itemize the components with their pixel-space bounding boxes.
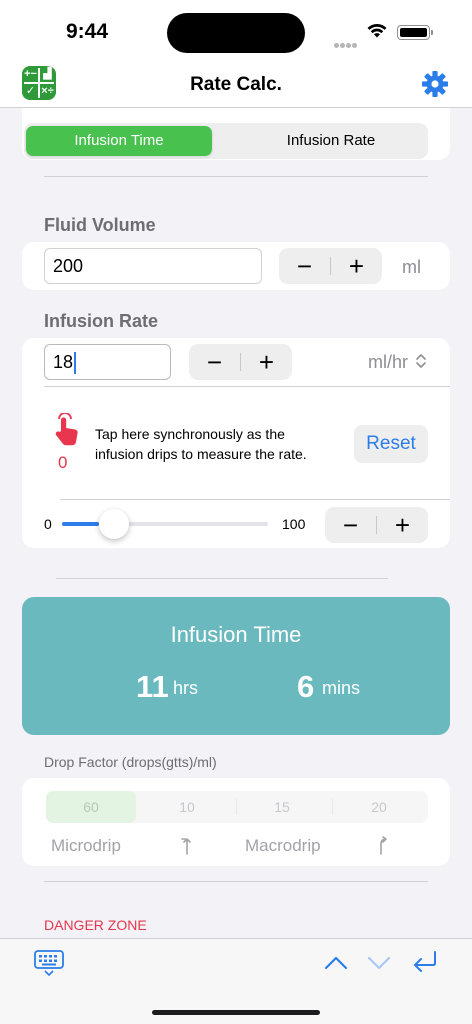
drop-factor-option-60[interactable]: 60: [46, 791, 136, 823]
divider: [60, 499, 450, 500]
status-bar: 9:44: [0, 0, 472, 62]
drop-factor-option-20[interactable]: 20: [334, 791, 424, 823]
fluid-volume-increment-button[interactable]: +: [331, 248, 382, 284]
wifi-icon: [367, 23, 387, 38]
result-card: Infusion Time 11 hrs 6 mins: [22, 597, 450, 735]
settings-gear-icon[interactable]: [421, 70, 449, 98]
drop-factor-segmented-control[interactable]: 60 10 15 20: [46, 791, 428, 823]
fluid-volume-input[interactable]: 200: [44, 248, 262, 284]
divider: [44, 386, 450, 387]
divider: [44, 176, 428, 177]
macrodrip-label: Macrodrip: [245, 836, 321, 855]
macrodrip-arrow-icon[interactable]: [375, 836, 391, 856]
fluid-volume-unit: ml: [402, 257, 421, 277]
navigation-bar: +− ▟ ✓ ×÷ Rate Calc.: [0, 62, 472, 108]
keyboard-dismiss-icon[interactable]: [33, 949, 65, 977]
tap-count: 0: [58, 453, 68, 472]
divider: [44, 881, 428, 882]
drop-factor-option-15[interactable]: 15: [237, 791, 327, 823]
fluid-volume-stepper[interactable]: − +: [279, 248, 382, 284]
microdrip-label: Microdrip: [51, 836, 121, 855]
result-minutes-unit: mins: [322, 678, 361, 698]
infusion-rate-value: 18: [53, 352, 74, 372]
fluid-volume-decrement-button[interactable]: −: [279, 248, 330, 284]
slider-max-label: 100: [282, 516, 306, 532]
infusion-rate-slider[interactable]: [62, 506, 268, 542]
battery-icon: [397, 25, 430, 40]
divider: [56, 578, 388, 579]
microdrip-arrow-icon[interactable]: [179, 836, 195, 856]
segment-infusion-rate[interactable]: Infusion Rate: [238, 126, 424, 156]
slider-thumb[interactable]: [99, 509, 130, 539]
slider-stepper[interactable]: − +: [325, 507, 428, 543]
result-hours-value: 11: [136, 669, 169, 704]
status-time: 9:44: [66, 20, 109, 43]
infusion-rate-decrement-button[interactable]: −: [189, 344, 240, 380]
slider-fill: [62, 522, 100, 526]
dynamic-island: [167, 13, 305, 53]
hand-tap-icon: [55, 413, 78, 446]
slider-increment-button[interactable]: +: [377, 507, 428, 543]
previous-field-chevron-up-icon[interactable]: [324, 955, 348, 971]
slider-min-label: 0: [44, 516, 52, 532]
result-title: Infusion Time: [170, 622, 302, 647]
fluid-volume-label: Fluid Volume: [44, 215, 156, 235]
infusion-rate-stepper[interactable]: − +: [189, 344, 292, 380]
rate-unit-label: ml/hr: [368, 352, 408, 372]
rate-unit-picker[interactable]: ml/hr: [368, 352, 427, 373]
tap-hint-text: Tap here synchronously as the infusion d…: [95, 426, 307, 462]
drop-factor-option-10[interactable]: 10: [142, 791, 232, 823]
text-cursor: [74, 352, 77, 375]
danger-zone-header: DANGER ZONE: [44, 917, 147, 933]
chevron-up-down-icon: [416, 354, 427, 368]
infusion-rate-input[interactable]: 18: [44, 344, 171, 380]
reset-button[interactable]: Reset: [354, 425, 428, 463]
result-minutes-value: 6: [297, 669, 315, 704]
infusion-rate-label: Infusion Rate: [44, 311, 159, 331]
segment-infusion-time[interactable]: Infusion Time: [26, 126, 212, 156]
return-icon[interactable]: [411, 949, 439, 975]
infusion-rate-increment-button[interactable]: +: [241, 344, 292, 380]
next-field-chevron-down-icon[interactable]: [367, 955, 391, 971]
home-indicator: [152, 1010, 320, 1015]
drop-factor-label: Drop Factor (drops(gtts)/ml): [44, 754, 217, 770]
mode-segmented-control[interactable]: Infusion Time Infusion Rate: [24, 123, 428, 159]
slider-decrement-button[interactable]: −: [325, 507, 376, 543]
page-title: Rate Calc.: [190, 74, 282, 95]
result-hours-unit: hrs: [173, 678, 199, 698]
cellular-signal-icon: [334, 35, 358, 53]
